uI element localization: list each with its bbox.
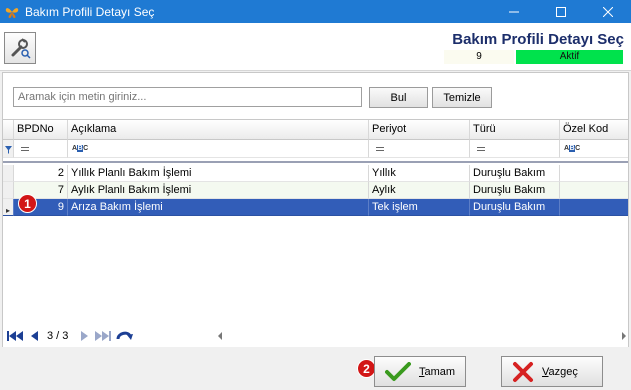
cell-aciklama: Aylık Planlı Bakım İşlemi [68, 182, 369, 199]
first-page-icon[interactable] [7, 330, 25, 342]
status-badge: Aktif [516, 50, 623, 64]
header-separator [3, 158, 628, 163]
refresh-icon[interactable] [116, 329, 134, 343]
tool-button[interactable] [4, 32, 36, 64]
profile-number: 9 [444, 50, 514, 64]
next-page-icon[interactable] [80, 330, 90, 342]
main-panel: Bul Temizle BPDNo Açıklama Periyot Türü … [2, 72, 629, 347]
checkmark-icon [385, 361, 411, 382]
current-row-arrow-icon: ▸ [6, 206, 11, 215]
column-header-ozel-kod[interactable]: Özel Kod [560, 120, 628, 140]
pager: 3 / 3 [3, 325, 628, 347]
wrench-magnifier-icon [11, 38, 31, 59]
cell-periyot: Yıllık [369, 165, 470, 182]
search-input[interactable] [13, 87, 362, 107]
cell-turu: Duruşlu Bakım [470, 199, 560, 216]
cell-turu: Duruşlu Bakım [470, 165, 560, 182]
cell-aciklama: Yıllık Planlı Bakım İşlemi [68, 165, 369, 182]
column-header-aciklama[interactable]: Açıklama [68, 120, 369, 140]
cancel-button[interactable]: Vazgeç [501, 356, 603, 387]
equals-icon [21, 146, 29, 151]
filter-turu[interactable] [470, 140, 560, 158]
close-icon [602, 6, 613, 17]
prev-page-icon[interactable] [29, 330, 39, 342]
table-row-selected[interactable]: ▸ 9 Arıza Bakım İşlemi Tek işlem Duruşlu… [3, 199, 628, 216]
row-indicator [3, 182, 14, 199]
column-header-bpdno[interactable]: BPDNo [14, 120, 68, 140]
row-indicator: ▸ [3, 199, 14, 216]
page-info: 3 / 3 [47, 330, 69, 342]
row-indicator-header [3, 120, 14, 140]
cell-turu: Duruşlu Bakım [470, 182, 560, 199]
table-row[interactable]: 7 Aylık Planlı Bakım İşlemi Aylık Duruşl… [3, 182, 628, 199]
filter-bpdno[interactable] [14, 140, 68, 158]
data-grid: BPDNo Açıklama Periyot Türü Özel Kod ABC… [3, 119, 628, 324]
cancel-button-label: Vazgeç [542, 365, 578, 378]
funnel-icon [4, 145, 12, 154]
filter-ozel-kod[interactable]: ABC [560, 140, 628, 158]
find-button[interactable]: Bul [369, 87, 428, 108]
grid-header-row: BPDNo Açıklama Periyot Türü Özel Kod [3, 120, 628, 140]
maximize-button[interactable] [537, 0, 584, 23]
filter-indicator [3, 140, 14, 158]
last-page-icon[interactable] [94, 330, 112, 342]
column-header-periyot[interactable]: Periyot [369, 120, 470, 140]
filter-periyot[interactable] [369, 140, 470, 158]
window-title: Bakım Profili Detayı Seç [25, 4, 155, 19]
equals-icon [477, 146, 485, 151]
minimize-button[interactable] [490, 0, 537, 23]
cell-aciklama: Arıza Bakım İşlemi [68, 199, 369, 216]
cell-periyot: Aylık [369, 182, 470, 199]
title-bar: Bakım Profili Detayı Seç [0, 0, 631, 23]
butterfly-icon [5, 7, 19, 18]
ok-button[interactable]: Tamam [374, 356, 466, 387]
cell-ozel-kod [560, 182, 628, 199]
header-title: Bakım Profili Detayı Seç [452, 31, 624, 48]
close-button[interactable] [584, 0, 631, 23]
minimize-icon [508, 11, 519, 12]
column-header-turu[interactable]: Türü [470, 120, 560, 140]
maximize-icon [555, 6, 566, 17]
row-indicator [3, 165, 14, 182]
step-badge-1: 1 [18, 194, 37, 213]
ok-button-label: Tamam [419, 365, 456, 378]
filter-aciklama[interactable]: ABC [68, 140, 369, 158]
clear-button[interactable]: Temizle [432, 87, 492, 108]
table-row[interactable]: 2 Yıllık Planlı Bakım İşlemi Yıllık Duru… [3, 165, 628, 182]
header-panel: Bakım Profili Detayı Seç 9 Aktif [0, 23, 631, 71]
cell-bpdno: 2 [14, 165, 68, 182]
equals-icon [376, 146, 384, 151]
text-filter-icon: ABC [564, 144, 580, 152]
text-filter-icon: ABC [72, 144, 88, 152]
cross-icon [512, 361, 534, 383]
cell-ozel-kod [560, 165, 628, 182]
cell-ozel-kod [560, 199, 628, 216]
cell-periyot: Tek işlem [369, 199, 470, 216]
filter-row: ABC ABC [3, 140, 628, 158]
horizontal-scrollbar[interactable] [217, 331, 627, 341]
